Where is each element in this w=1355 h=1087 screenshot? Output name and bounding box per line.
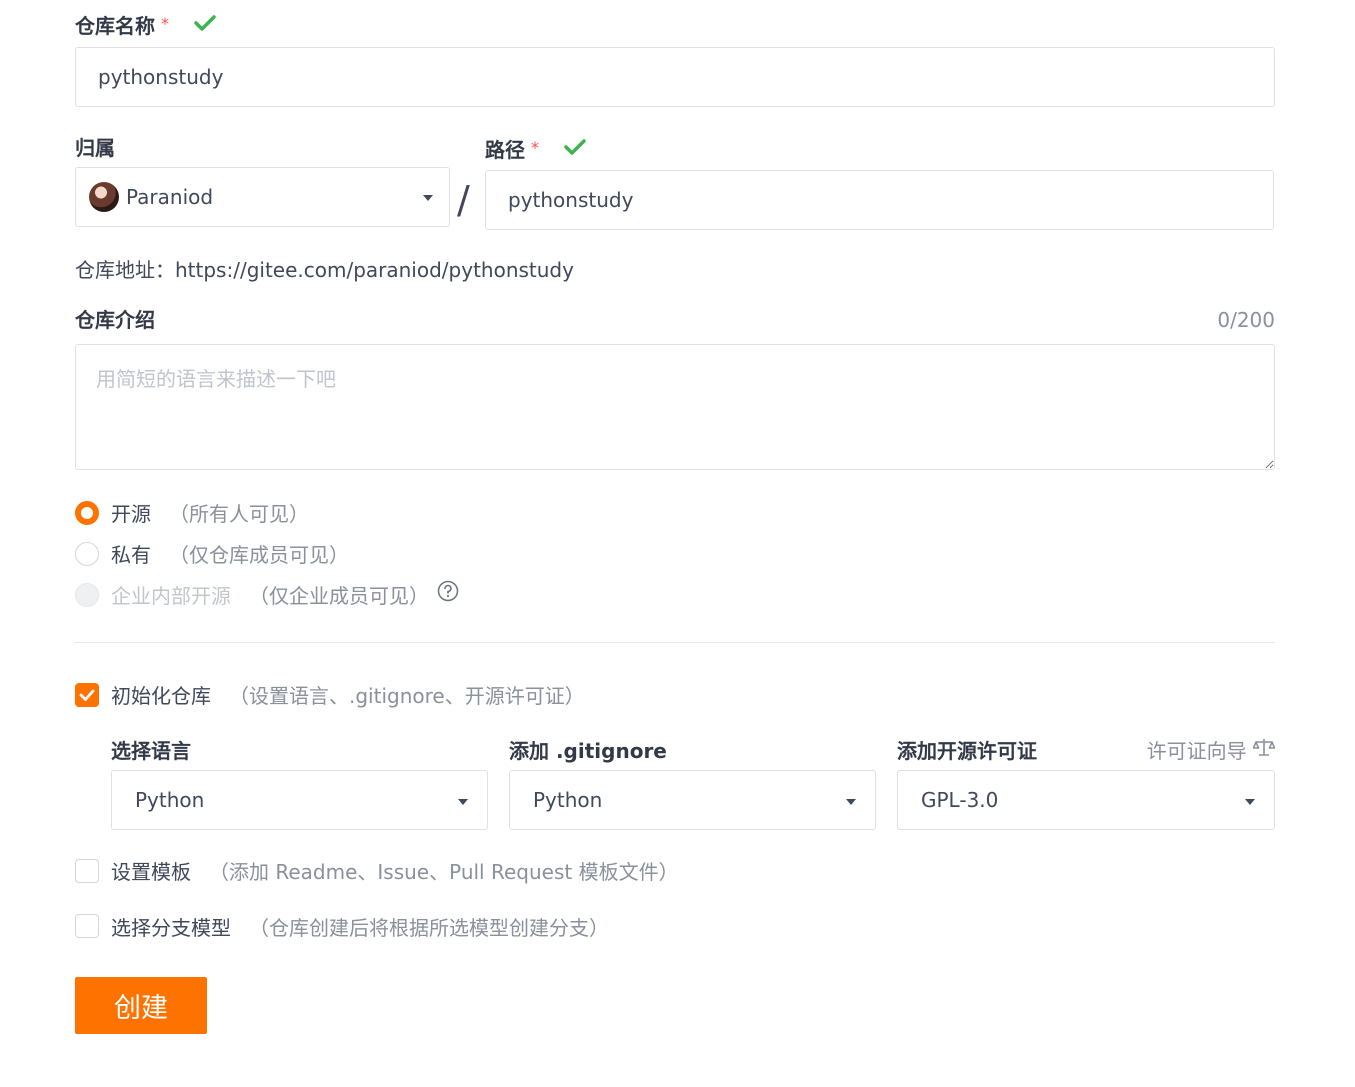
balance-scale-icon [1252,736,1276,764]
owner-select[interactable]: Paraniod [75,167,450,227]
template-option[interactable]: 设置模板 （添加 Readme、Issue、Pull Request 模板文件） [111,858,679,886]
repo-address-prefix: 仓库地址： [75,258,175,282]
path-field[interactable] [485,170,1274,230]
check-icon [564,136,586,162]
create-button[interactable]: 创建 [75,977,207,1034]
owner-label: 归属 [75,136,115,160]
caret-down-icon [846,799,856,805]
owner-value: Paraniod [126,185,214,209]
license-label: 添加开源许可证 [897,739,1037,763]
repo-address-url: https://gitee.com/paraniod/pythonstudy [175,258,574,282]
path-separator: / [457,178,470,222]
required-mark: * [531,138,539,157]
init-repo-checkbox[interactable] [75,683,99,707]
visibility-option-open[interactable]: 开源 （所有人可见） [111,500,309,528]
language-label: 选择语言 [111,739,191,763]
license-select[interactable]: GPL-3.0 [897,770,1275,830]
path-input[interactable] [508,188,1273,212]
check-icon [194,12,216,38]
gitignore-value: Python [533,788,603,812]
required-mark: * [161,14,169,33]
repo-name-label: 仓库名称 * [75,13,216,41]
license-guide-link[interactable]: 许可证向导 [1147,736,1276,767]
branch-model-checkbox[interactable] [75,914,99,938]
radio-enterprise [75,583,99,607]
radio-open-source[interactable] [75,501,99,525]
caret-down-icon [423,195,433,201]
section-divider [75,642,1275,643]
init-repo-option[interactable]: 初始化仓库 （设置语言、.gitignore、开源许可证） [111,682,585,710]
gitignore-select[interactable]: Python [509,770,876,830]
visibility-option-enterprise: 企业内部开源 （仅企业成员可见） [111,584,429,608]
question-circle-icon[interactable] [437,580,459,607]
avatar [89,182,119,212]
template-checkbox[interactable] [75,859,99,883]
description-counter: 0/200 [1217,308,1275,332]
repo-name-input[interactable] [98,65,1274,89]
caret-down-icon [1245,799,1255,805]
branch-model-option[interactable]: 选择分支模型 （仓库创建后将根据所选模型创建分支） [111,914,609,942]
description-label: 仓库介绍 [75,308,155,332]
repo-address: 仓库地址：https://gitee.com/paraniod/pythonst… [75,256,574,284]
create-repo-form: 仓库名称* 归属 Paraniod / 路径* 仓库地址：https://git… [0,0,1355,1087]
gitignore-label: 添加 .gitignore [509,739,667,763]
repo-name-field[interactable] [75,47,1275,107]
language-select[interactable]: Python [111,770,488,830]
caret-down-icon [458,799,468,805]
path-label: 路径 * [485,137,586,165]
license-value: GPL-3.0 [921,788,999,812]
visibility-option-private[interactable]: 私有 （仅仓库成员可见） [111,541,349,569]
radio-private[interactable] [75,542,99,566]
description-textarea[interactable] [75,344,1275,470]
language-value: Python [135,788,205,812]
